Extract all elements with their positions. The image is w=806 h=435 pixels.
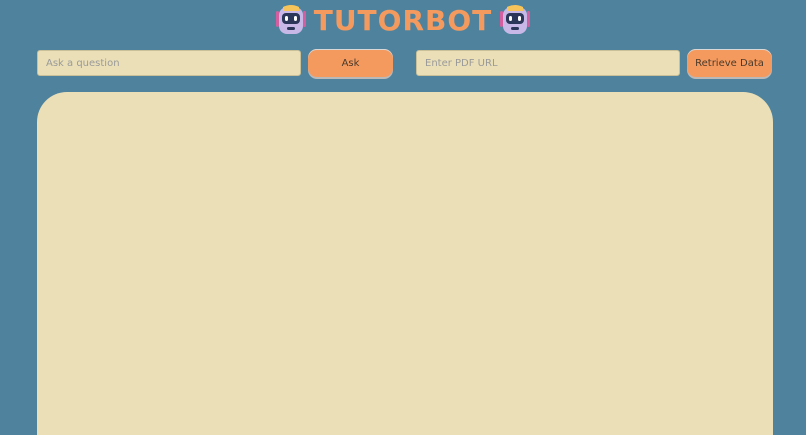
retrieve-data-button[interactable]: Retrieve Data xyxy=(687,49,772,77)
response-panel xyxy=(37,92,773,435)
tutorbot-page: TUTORBOT Ask Retrieve Data xyxy=(0,0,806,435)
robot-icon xyxy=(274,3,308,37)
question-input[interactable] xyxy=(37,50,301,76)
robot-icon xyxy=(498,3,532,37)
header: TUTORBOT xyxy=(0,0,806,40)
app-title: TUTORBOT xyxy=(313,3,493,37)
pdf-url-input[interactable] xyxy=(416,50,680,76)
ask-button[interactable]: Ask xyxy=(308,49,393,77)
